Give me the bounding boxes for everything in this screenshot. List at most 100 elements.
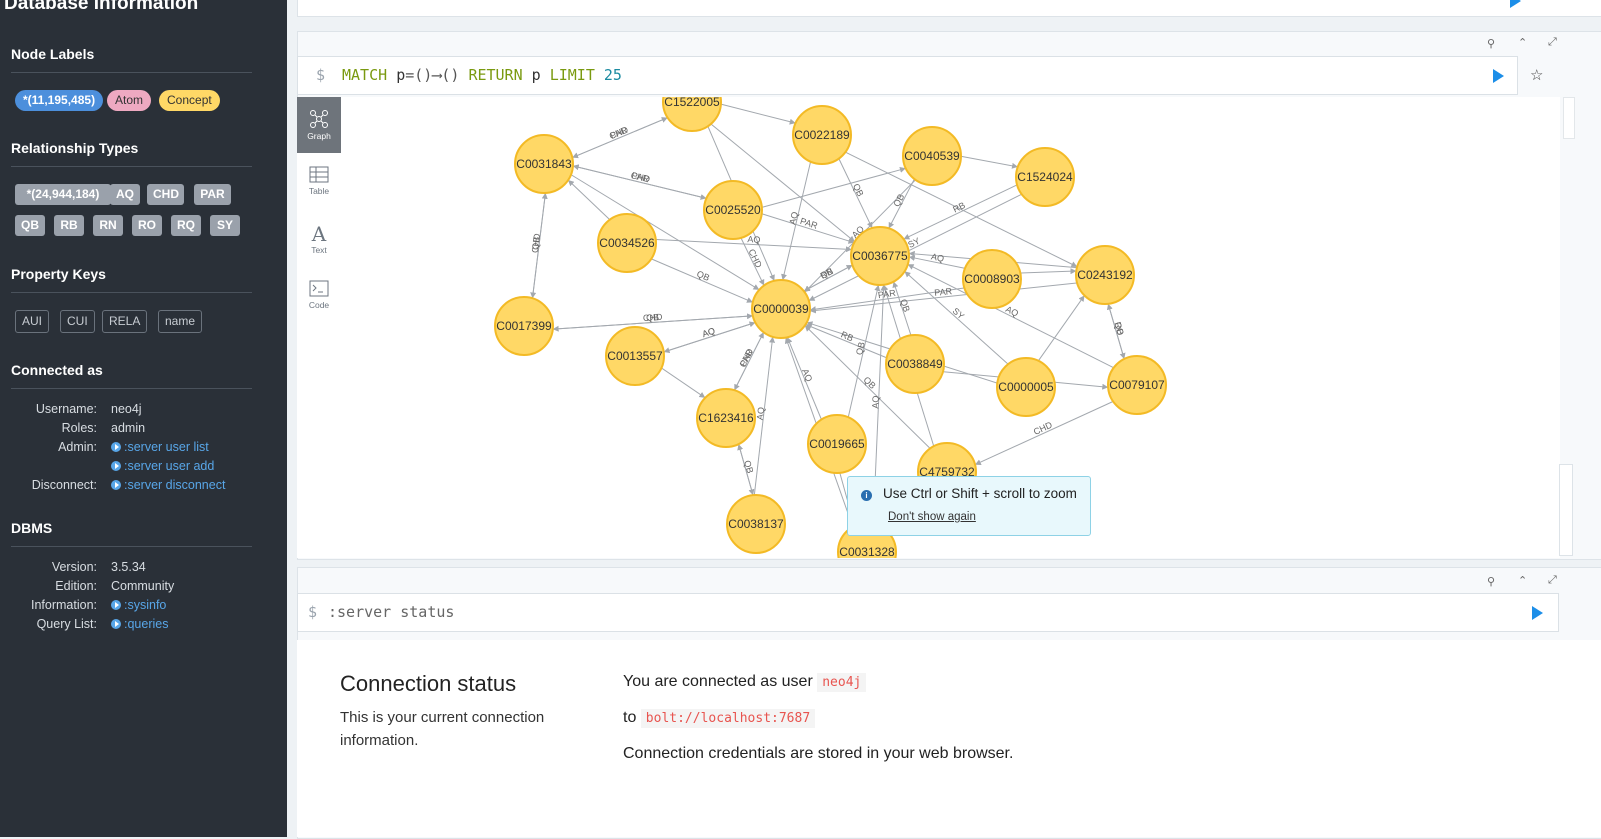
graph-node[interactable]: C0031843 bbox=[514, 134, 574, 194]
sysinfo-link[interactable]: :sysinfo bbox=[111, 598, 166, 612]
graph-node[interactable]: C0079107 bbox=[1107, 355, 1167, 415]
var-p: p bbox=[531, 66, 541, 84]
zoom-controls[interactable] bbox=[1559, 464, 1573, 556]
run-status-button[interactable] bbox=[1532, 606, 1543, 620]
favorite-star-icon[interactable]: ☆ bbox=[1530, 66, 1543, 84]
graph-node[interactable]: C0022189 bbox=[792, 105, 852, 165]
graph-node[interactable]: C0034526 bbox=[597, 213, 657, 273]
node-label-atom[interactable]: Atom bbox=[107, 90, 152, 111]
property-key-name[interactable]: name bbox=[158, 310, 203, 333]
rel-type-rn[interactable]: RN bbox=[93, 215, 123, 236]
collapse-icon[interactable]: ⌃ bbox=[1518, 574, 1527, 587]
relationship-edge[interactable] bbox=[721, 103, 796, 125]
graph-node[interactable]: C0017399 bbox=[494, 296, 554, 356]
node-label: C0000005 bbox=[998, 380, 1054, 394]
relationship-edge[interactable] bbox=[762, 166, 906, 208]
query-editor[interactable]: $ MATCH p=()⟶() RETURN p LIMIT 25 bbox=[297, 56, 1518, 95]
connection-status-title: Connection status bbox=[340, 671, 517, 696]
dont-show-again-link[interactable]: Don't show again bbox=[888, 511, 976, 523]
node-label-all[interactable]: *(11,195,485) bbox=[15, 90, 104, 111]
query-text[interactable]: MATCH p=()⟶() RETURN p LIMIT 25 bbox=[342, 66, 622, 84]
graph-node[interactable]: C0013557 bbox=[605, 326, 665, 386]
relationship-label: AQ bbox=[800, 367, 814, 383]
pin-icon[interactable]: ⚲ bbox=[1487, 37, 1495, 50]
graph-node[interactable]: C1623416 bbox=[696, 388, 756, 448]
node-label: C0019665 bbox=[809, 437, 865, 451]
server-user-list-link[interactable]: :server user list bbox=[111, 440, 209, 454]
rel-type-chd[interactable]: CHD bbox=[147, 184, 184, 205]
node-label: C0036775 bbox=[852, 249, 908, 263]
user-chip: neo4j bbox=[817, 673, 867, 692]
relationship-label: RB bbox=[840, 329, 855, 343]
node-label: C0017399 bbox=[496, 319, 552, 333]
rel-type-aq[interactable]: AQ bbox=[110, 184, 140, 205]
tab-code[interactable]: Code bbox=[297, 268, 341, 324]
fullscreen-icon[interactable]: ⤢ bbox=[1548, 574, 1557, 587]
status-command[interactable]: :server status bbox=[328, 603, 454, 621]
admin-label: Admin: bbox=[58, 440, 97, 454]
tab-table[interactable]: Table bbox=[297, 154, 341, 210]
node-label: C0031328 bbox=[839, 545, 895, 558]
fullscreen-icon[interactable]: ⤢ bbox=[1548, 36, 1557, 49]
property-key-aui[interactable]: AUI bbox=[15, 310, 50, 333]
pin-icon[interactable]: ⚲ bbox=[1487, 575, 1495, 588]
rel-type-all[interactable]: *(24,944,184) bbox=[15, 184, 111, 205]
to-prefix: to bbox=[623, 709, 637, 726]
graph-node[interactable]: C0036775 bbox=[850, 226, 910, 286]
relationship-edge[interactable] bbox=[961, 155, 1018, 169]
status-editor[interactable]: $ :server status bbox=[297, 593, 1559, 632]
graph-node[interactable]: C1522005 bbox=[662, 97, 722, 132]
node-label-concept[interactable]: Concept bbox=[159, 90, 220, 111]
graph-node[interactable]: C0243192 bbox=[1075, 245, 1135, 305]
tab-graph[interactable]: Graph bbox=[297, 97, 341, 153]
relationship-label: QB bbox=[646, 312, 660, 323]
rel-type-ro[interactable]: RO bbox=[132, 215, 162, 236]
graph-node[interactable]: C0038137 bbox=[726, 494, 786, 554]
relationship-label: AQ bbox=[870, 395, 881, 408]
graph-node[interactable]: C0040539 bbox=[902, 126, 962, 186]
graph-node[interactable]: C1524024 bbox=[1015, 147, 1075, 207]
relationship-label: AQ bbox=[787, 211, 800, 226]
pattern: =()⟶() bbox=[405, 66, 460, 84]
graph-node[interactable]: C0038849 bbox=[885, 334, 945, 394]
tab-label: Graph bbox=[307, 131, 331, 141]
zoom-hint-tooltip: i Use Ctrl or Shift + scroll to zoom Don… bbox=[847, 476, 1091, 536]
text-icon: A bbox=[311, 222, 327, 246]
collapse-icon[interactable]: ⌃ bbox=[1518, 36, 1527, 49]
property-key-rela[interactable]: RELA bbox=[102, 310, 148, 333]
relationship-edge[interactable] bbox=[1020, 268, 1077, 275]
information-label: Information: bbox=[30, 598, 97, 612]
connected-prefix: You are connected as user bbox=[623, 673, 813, 690]
graph-node[interactable]: C0000005 bbox=[996, 357, 1056, 417]
node-label: C0079107 bbox=[1109, 378, 1165, 392]
relationship-label: CHD bbox=[1032, 420, 1054, 437]
divider bbox=[11, 388, 252, 389]
server-disconnect-link[interactable]: :server disconnect bbox=[111, 478, 225, 492]
divider bbox=[11, 72, 252, 73]
property-key-cui[interactable]: CUI bbox=[60, 310, 95, 333]
play-icon bbox=[111, 442, 121, 452]
relationship-edge[interactable] bbox=[1038, 295, 1085, 361]
graph-node[interactable]: C0008903 bbox=[962, 249, 1022, 309]
rel-type-rb[interactable]: RB bbox=[54, 215, 84, 236]
run-icon[interactable] bbox=[1510, 0, 1521, 8]
table-icon bbox=[309, 166, 329, 183]
graph-icon bbox=[310, 110, 328, 128]
tab-label: Table bbox=[308, 186, 330, 196]
run-query-button[interactable] bbox=[1493, 69, 1504, 83]
queries-link[interactable]: :queries bbox=[111, 617, 168, 631]
rel-type-sy[interactable]: SY bbox=[210, 215, 240, 236]
link-text: :sysinfo bbox=[124, 598, 167, 612]
graph-node[interactable]: C0000039 bbox=[751, 279, 811, 339]
relationship-edge[interactable] bbox=[661, 367, 706, 398]
inspector-toggle[interactable] bbox=[1563, 97, 1575, 139]
rel-type-rq[interactable]: RQ bbox=[171, 215, 201, 236]
graph-node[interactable]: C0025520 bbox=[703, 180, 763, 240]
graph-node[interactable]: C0019665 bbox=[807, 414, 867, 474]
server-user-add-link[interactable]: :server user add bbox=[111, 459, 214, 473]
info-icon: i bbox=[861, 490, 872, 501]
rel-type-par[interactable]: PAR bbox=[194, 184, 231, 205]
rel-type-qb[interactable]: QB bbox=[15, 215, 45, 236]
tab-text[interactable]: A Text bbox=[297, 211, 341, 267]
relationship-label: QB bbox=[819, 266, 835, 281]
